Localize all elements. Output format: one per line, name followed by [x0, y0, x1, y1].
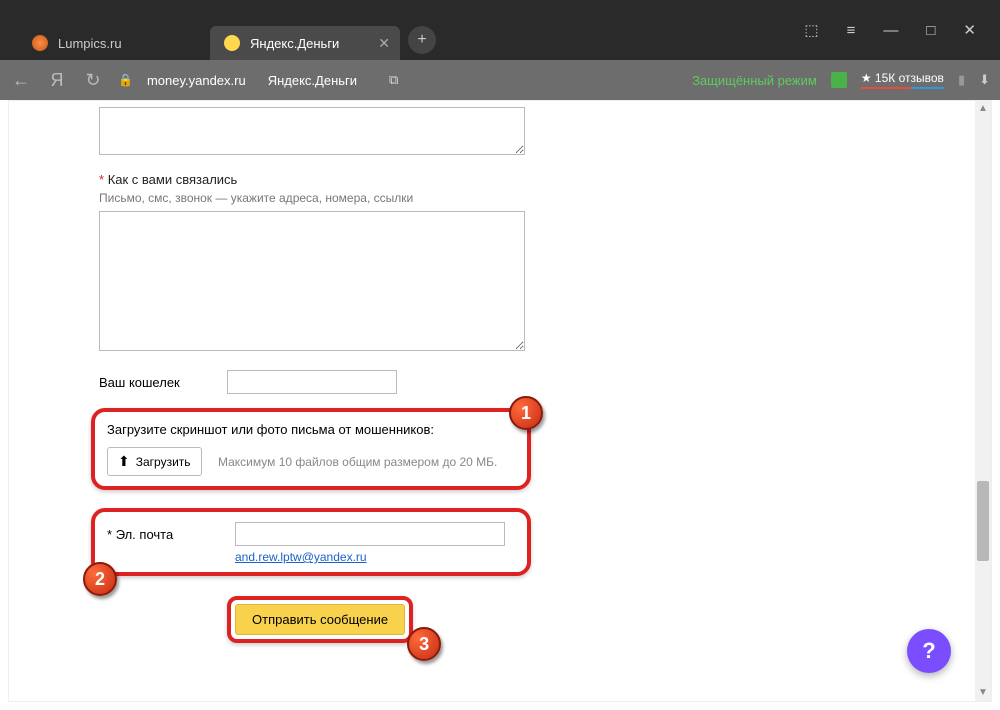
- titlebar: Lumpics.ru Яндекс.Деньги ✕ + ⬚ ≡ — □ ✕: [0, 0, 1000, 60]
- reviews-badge[interactable]: ★ 15К отзывов: [861, 71, 944, 89]
- annotation-badge-3: 3: [407, 627, 441, 661]
- contact-method-textarea[interactable]: [99, 211, 525, 351]
- upload-section-label: Загрузите скриншот или фото письма от мо…: [107, 422, 515, 437]
- url-bar: ← Я ↻ 🔒 money.yandex.ru Яндекс.Деньги ⧉ …: [0, 60, 1000, 100]
- new-tab-button[interactable]: +: [408, 26, 436, 54]
- prev-textarea[interactable]: [99, 107, 525, 155]
- bookmark-icon[interactable]: ▮: [958, 72, 965, 88]
- submit-button[interactable]: Отправить сообщение: [235, 604, 405, 635]
- wallet-input[interactable]: [227, 370, 397, 394]
- scrollbar-track[interactable]: ▲ ▼: [975, 101, 991, 701]
- page-content: * Как с вами связались Письмо, смс, звон…: [9, 101, 625, 701]
- help-fab[interactable]: ?: [907, 629, 951, 673]
- reload-button[interactable]: ↻: [82, 70, 104, 91]
- tab-yandex-money[interactable]: Яндекс.Деньги ✕: [210, 26, 400, 60]
- window-controls: ⬚ ≡ — □ ✕: [804, 0, 1000, 60]
- download-icon[interactable]: ⬇: [979, 72, 990, 88]
- wallet-label: Ваш кошелек: [99, 375, 215, 390]
- favicon-yandex: [224, 35, 240, 51]
- email-input[interactable]: [235, 522, 505, 546]
- annotation-badge-2: 2: [83, 562, 117, 596]
- yandex-home-button[interactable]: Я: [46, 70, 68, 91]
- back-button[interactable]: ←: [10, 70, 32, 91]
- lock-icon[interactable]: 🔒: [118, 73, 133, 87]
- minimize-button[interactable]: —: [883, 22, 898, 39]
- scroll-up-arrow[interactable]: ▲: [975, 101, 991, 117]
- tab-lumpics[interactable]: Lumpics.ru: [18, 26, 208, 60]
- secure-mode-label: Защищённый режим: [692, 73, 817, 88]
- close-tab-icon[interactable]: ✕: [378, 35, 390, 52]
- scroll-down-arrow[interactable]: ▼: [975, 685, 991, 701]
- upload-button[interactable]: ⬆ Загрузить: [107, 447, 202, 476]
- annotation-badge-1: 1: [509, 396, 543, 430]
- submit-wrap: Отправить сообщение 3: [227, 596, 413, 643]
- shield-icon[interactable]: [831, 72, 847, 88]
- tab-strip: Lumpics.ru Яндекс.Деньги ✕ +: [18, 26, 436, 60]
- tab-label: Яндекс.Деньги: [250, 36, 339, 51]
- url-domain[interactable]: money.yandex.ru: [147, 73, 246, 88]
- upload-highlight-box: 1 Загрузите скриншот или фото письма от …: [91, 408, 531, 490]
- upload-note: Максимум 10 файлов общим размером до 20 …: [218, 455, 497, 469]
- email-label: * Эл. почта: [107, 527, 223, 542]
- contact-method-label: * Как с вами связались: [99, 172, 605, 187]
- page-title: Яндекс.Деньги: [268, 73, 357, 88]
- library-icon[interactable]: ⬚: [804, 21, 818, 39]
- viewport: * Как с вами связались Письмо, смс, звон…: [8, 100, 992, 702]
- favicon-lumpics: [32, 35, 48, 51]
- submit-highlight-box: Отправить сообщение: [227, 596, 413, 643]
- copy-icon[interactable]: ⧉: [389, 72, 398, 88]
- email-suggestion-link[interactable]: and.rew.lptw@yandex.ru: [235, 550, 367, 564]
- close-window-button[interactable]: ✕: [963, 21, 976, 39]
- upload-icon: ⬆: [118, 453, 130, 470]
- email-highlight-box: 2 * Эл. почта and.rew.lptw@yandex.ru: [91, 508, 531, 576]
- contact-method-hint: Письмо, смс, звонок — укажите адреса, но…: [99, 191, 605, 205]
- scrollbar-thumb[interactable]: [977, 481, 989, 561]
- menu-icon[interactable]: ≡: [847, 22, 856, 39]
- tab-label: Lumpics.ru: [58, 36, 122, 51]
- maximize-button[interactable]: □: [926, 22, 935, 39]
